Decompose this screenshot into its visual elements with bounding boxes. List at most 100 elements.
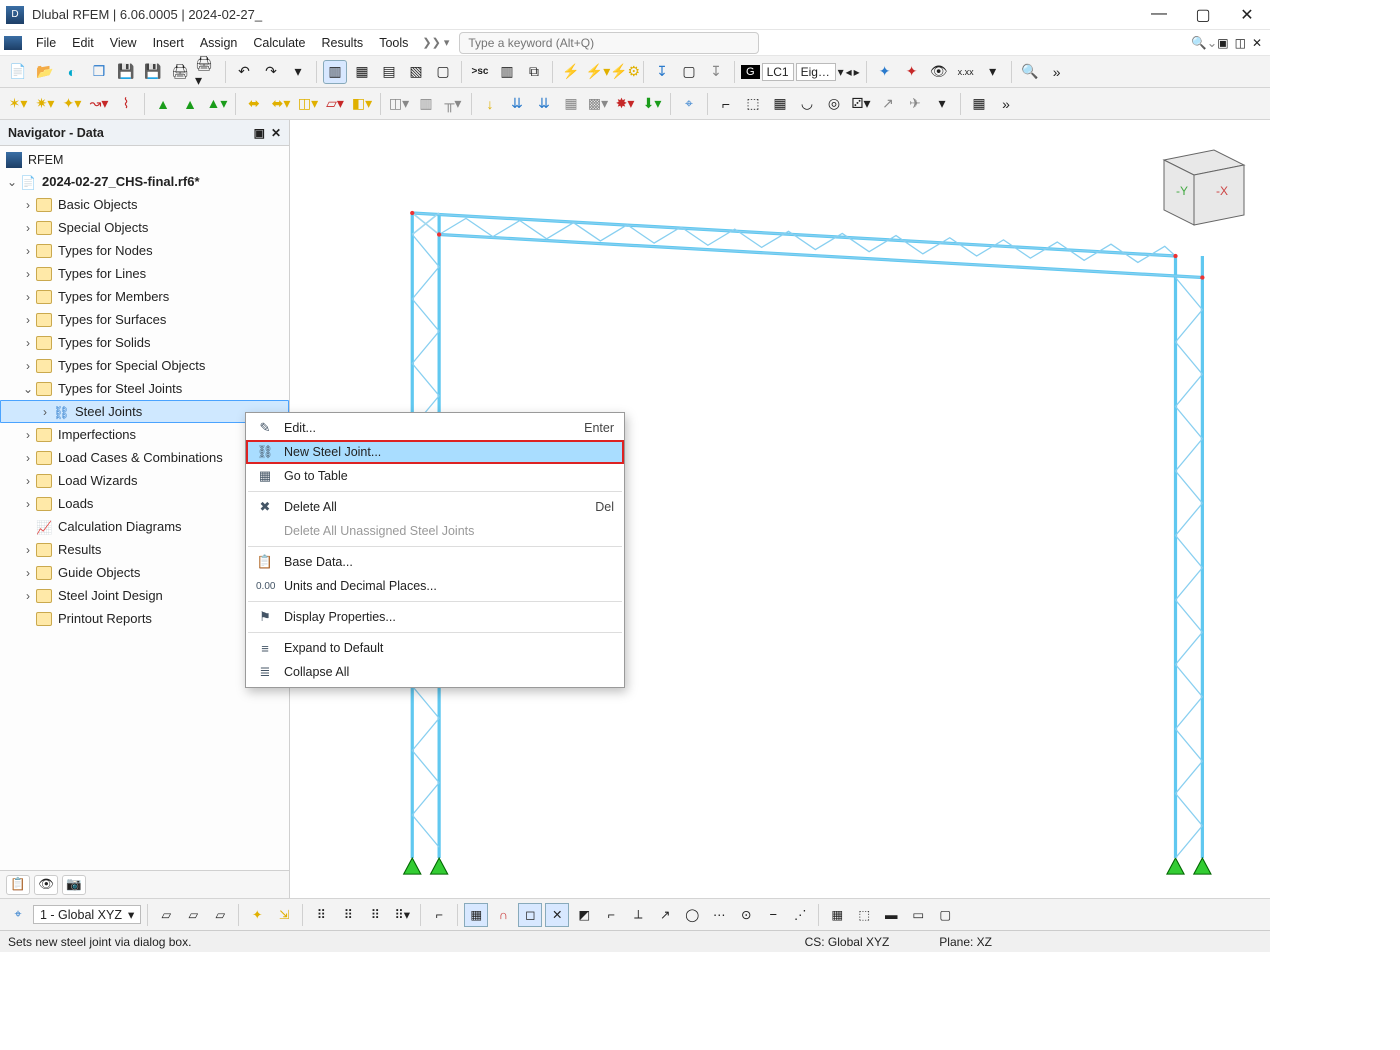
tree-project[interactable]: 📄2024-02-27_CHS-final.rf6* (0, 170, 289, 193)
work-plane-xz-icon[interactable]: ▱ (181, 903, 205, 927)
opening-icon[interactable]: ◫▾ (387, 92, 411, 116)
menu-results[interactable]: Results (314, 33, 372, 53)
axis-icon[interactable]: ⌐ (714, 92, 738, 116)
snap-mid-icon[interactable]: ⋯ (707, 903, 731, 927)
loads-down-icon[interactable]: ↧ (650, 60, 674, 84)
support-1-icon[interactable]: ▲ (151, 92, 175, 116)
calculate-params-icon[interactable]: ⚡⚙ (613, 60, 637, 84)
load-free-icon[interactable]: ✸▾ (613, 92, 637, 116)
open-file-icon[interactable]: 📂 (33, 60, 57, 84)
tree-types-special[interactable]: Types for Special Objects (0, 354, 289, 377)
menu-calculate[interactable]: Calculate (245, 33, 313, 53)
lc-prev-icon[interactable]: ◂ (846, 65, 852, 79)
bt-g5-icon[interactable]: ▢ (933, 903, 957, 927)
curve-icon[interactable]: ↝▾ (87, 92, 111, 116)
wand-blue-icon[interactable]: ✦ (873, 60, 897, 84)
lc-next-icon[interactable]: ▸ (854, 65, 860, 79)
loads-grey-icon[interactable]: ↧ (704, 60, 728, 84)
ctx-delete-all[interactable]: ✖Delete AllDel (246, 495, 624, 519)
print-icon[interactable]: 🖨 (168, 60, 192, 84)
loadcase-selector[interactable]: G LC1 Eig… ▾ ◂ ▸ (741, 63, 860, 81)
grid-dots3-icon[interactable]: ⠿ (363, 903, 387, 927)
undo-icon[interactable]: ↶ (232, 60, 256, 84)
redo-icon[interactable]: ↷ (259, 60, 283, 84)
loads-frame-icon[interactable]: ▢ (677, 60, 701, 84)
view-cube-icon[interactable]: -Y -X (1144, 130, 1254, 230)
window-restore-icon[interactable]: ▣ (1217, 36, 1228, 50)
node-group-icon[interactable]: ✷▾ (33, 92, 57, 116)
lc-name[interactable]: Eig… (796, 63, 836, 81)
load-line-icon[interactable]: ⇊ (532, 92, 556, 116)
load-member-icon[interactable]: ⇊ (505, 92, 529, 116)
snap-circle-icon[interactable]: ◯ (680, 903, 704, 927)
eye-icon[interactable]: 👁 (927, 60, 951, 84)
grid-dots-icon[interactable]: ⠿ (309, 903, 333, 927)
thickness-icon[interactable]: ▥ (414, 92, 438, 116)
member-1-icon[interactable]: ⬌ (242, 92, 266, 116)
curve2-icon[interactable]: ◡ (795, 92, 819, 116)
new-file-icon[interactable]: 📄 (6, 60, 30, 84)
ring-icon[interactable]: ◎ (822, 92, 846, 116)
work-plane-xy-icon[interactable]: ▱ (154, 903, 178, 927)
find-icon[interactable]: 🔍 (1018, 60, 1042, 84)
snap-center-icon[interactable]: ⊙ (734, 903, 758, 927)
calculate-all-icon[interactable]: ⚡▾ (586, 60, 610, 84)
section-icon[interactable]: ╥▾ (441, 92, 465, 116)
ctx-expand[interactable]: ≡Expand to Default (246, 636, 624, 660)
ctx-display-props[interactable]: ⚑Display Properties... (246, 605, 624, 629)
menu-tools[interactable]: Tools (371, 33, 416, 53)
tree-special-objects[interactable]: Special Objects (0, 216, 289, 239)
snap-magnet-icon[interactable]: ∩ (491, 903, 515, 927)
block-manager-icon[interactable]: ❒ (87, 60, 111, 84)
support-3-icon[interactable]: ▲▾ (205, 92, 229, 116)
toolbar-overflow-icon[interactable]: ▾ (981, 60, 1005, 84)
bt-g3-icon[interactable]: ▬ (879, 903, 903, 927)
node-new-icon[interactable]: ✶▾ (6, 92, 30, 116)
tree-types-lines[interactable]: Types for Lines (0, 262, 289, 285)
cloud-icon[interactable]: ◐ (60, 60, 84, 84)
toolbar2-more-icon[interactable]: » (994, 92, 1018, 116)
bt-g4-icon[interactable]: ▭ (906, 903, 930, 927)
ctx-new-steel-joint[interactable]: ⛓New Steel Joint... (246, 440, 624, 464)
member-3-icon[interactable]: ◫▾ (296, 92, 320, 116)
menu-file[interactable]: File (28, 33, 64, 53)
grid-settings-icon[interactable]: ⠿▾ (390, 903, 414, 927)
line-new-icon[interactable]: ✦▾ (60, 92, 84, 116)
snap-perp-icon[interactable]: ⟂ (626, 903, 650, 927)
panel-left-icon[interactable]: ▥ (323, 60, 347, 84)
coord-system-combo[interactable]: 1 - Global XYZ▾ (33, 905, 141, 924)
menu-overflow-icon[interactable]: ❯❯ ▾ (416, 36, 455, 49)
window-restore2-icon[interactable]: ◫ (1235, 36, 1246, 50)
menu-insert[interactable]: Insert (145, 33, 192, 53)
surface-icon[interactable]: ▱▾ (323, 92, 347, 116)
tree-types-solids[interactable]: Types for Solids (0, 331, 289, 354)
search-command-icon[interactable]: 🔍⌄ (1191, 35, 1217, 51)
load-surface-icon[interactable]: ▦ (559, 92, 583, 116)
save-all-icon[interactable]: 💾 (141, 60, 165, 84)
panel-document-icon[interactable]: ▧ (404, 60, 428, 84)
panel-table-icon[interactable]: ▦ (350, 60, 374, 84)
menu-edit[interactable]: Edit (64, 33, 102, 53)
snap-angle-icon[interactable]: ⌐ (599, 903, 623, 927)
panel-undock-icon[interactable]: ▣ (254, 126, 265, 140)
minimize-button[interactable]: — (1146, 5, 1172, 25)
undo-list-icon[interactable]: ▾ (286, 60, 310, 84)
load-imposed-icon[interactable]: ⬇▾ (640, 92, 664, 116)
tree-types-members[interactable]: Types for Members (0, 285, 289, 308)
nav-tab-data-icon[interactable]: 📋 (6, 875, 30, 895)
filter-icon[interactable]: ⌖ (677, 92, 701, 116)
wand-red-icon[interactable]: ✦ (900, 60, 924, 84)
frame-icon[interactable]: ⬚ (741, 92, 765, 116)
offset-icon[interactable]: ⇲ (272, 903, 296, 927)
toolbar-more-icon[interactable]: » (1045, 60, 1069, 84)
print-dropdown-icon[interactable]: 🖨▾ (195, 60, 219, 84)
menu-view[interactable]: View (102, 33, 145, 53)
support-2-icon[interactable]: ▲ (178, 92, 202, 116)
search-input[interactable] (459, 32, 759, 54)
lc-code[interactable]: LC1 (762, 63, 794, 81)
snap-cross-icon[interactable]: ✕ (545, 903, 569, 927)
load-solid-icon[interactable]: ▩▾ (586, 92, 610, 116)
snap-square-icon[interactable]: ◻ (518, 903, 542, 927)
grid-toggle-icon[interactable]: ▦ (967, 92, 991, 116)
dice-icon[interactable]: ⚂▾ (849, 92, 873, 116)
